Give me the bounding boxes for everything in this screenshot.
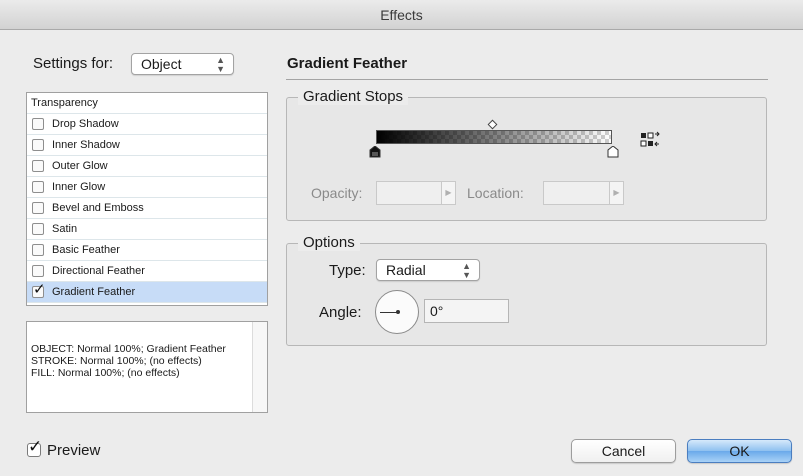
list-item-basic-feather[interactable]: Basic Feather [27, 240, 267, 261]
list-item-label: Directional Feather [52, 265, 145, 277]
checkbox[interactable] [32, 202, 44, 214]
list-item-label: Satin [52, 223, 78, 235]
window-titlebar: Effects [0, 0, 803, 30]
panel-title: Gradient Feather [287, 55, 408, 72]
summary-scrollbar[interactable] [252, 322, 267, 412]
gradient-stop-right[interactable] [607, 145, 619, 158]
gradient-stops-group [286, 97, 767, 221]
popup-arrows-icon: ▲ ▼ [216, 55, 225, 74]
options-group [286, 243, 767, 346]
settings-for-value: Object [141, 56, 182, 72]
effects-summary: OBJECT: Normal 100%; Gradient Feather ST… [26, 321, 268, 413]
list-item-satin[interactable]: Satin [27, 219, 267, 240]
gradient-stop-left[interactable] [369, 145, 381, 158]
list-item-directional-feather[interactable]: Directional Feather [27, 261, 267, 282]
opacity-field[interactable] [376, 181, 442, 205]
preview-checkbox[interactable]: ✓ [27, 437, 42, 457]
list-item-gradient-feather[interactable]: ✓ Gradient Feather [27, 281, 267, 303]
checkmark-icon: ✓ [28, 437, 43, 456]
checkbox[interactable] [32, 160, 44, 172]
ok-button[interactable]: OK [687, 439, 792, 463]
checkbox[interactable] [32, 244, 44, 256]
checkbox[interactable] [32, 265, 44, 277]
gradient-ramp[interactable] [376, 130, 612, 144]
angle-dial-center [396, 310, 400, 314]
list-header-transparency[interactable]: Transparency [27, 93, 267, 114]
popup-arrows-icon: ▲ ▼ [462, 261, 471, 280]
checkbox[interactable] [32, 118, 44, 130]
checkbox[interactable] [32, 181, 44, 193]
list-item-label: Inner Glow [52, 181, 106, 193]
location-field[interactable] [543, 181, 610, 205]
checkbox[interactable] [32, 223, 44, 235]
checkbox[interactable] [32, 139, 44, 151]
gradient-stops-title: Gradient Stops [298, 88, 409, 105]
settings-for-popup[interactable]: Object ▲ ▼ [131, 53, 234, 75]
chevron-right-icon: ▶ [445, 188, 452, 197]
list-item-label: Outer Glow [52, 160, 108, 172]
list-item-label: Bevel and Emboss [52, 202, 144, 214]
angle-field[interactable]: 0° [424, 299, 509, 323]
angle-dial[interactable] [375, 290, 419, 334]
opacity-label: Opacity: [311, 185, 363, 201]
chevron-right-icon: ▶ [613, 188, 620, 197]
list-item-inner-glow[interactable]: Inner Glow [27, 177, 267, 198]
list-item-bevel-and-emboss[interactable]: Bevel and Emboss [27, 198, 267, 219]
location-label: Location: [467, 185, 524, 201]
summary-line: FILL: Normal 100%; (no effects) [31, 367, 180, 379]
settings-for-label: Settings for: [33, 55, 114, 72]
preview-label: Preview [47, 442, 101, 459]
list-item-label: Basic Feather [52, 244, 120, 256]
checkbox[interactable]: ✓ [32, 281, 46, 298]
location-stepper[interactable]: ▶ [610, 181, 624, 205]
list-item-label: Gradient Feather [52, 286, 136, 298]
summary-line: STROKE: Normal 100%; (no effects) [31, 355, 202, 367]
options-title: Options [298, 234, 360, 251]
cancel-button[interactable]: Cancel [571, 439, 676, 463]
reverse-gradient-icon[interactable] [640, 131, 660, 149]
list-item-inner-shadow[interactable]: Inner Shadow [27, 135, 267, 156]
type-popup[interactable]: Radial ▲ ▼ [376, 259, 480, 281]
summary-line: OBJECT: Normal 100%; Gradient Feather [31, 343, 226, 355]
panel-divider [286, 79, 768, 80]
list-item-label: Drop Shadow [52, 118, 119, 130]
effects-list: Transparency Drop Shadow Inner Shadow Ou… [26, 92, 268, 306]
list-item-label: Transparency [31, 97, 98, 109]
type-label: Type: [329, 262, 366, 279]
opacity-stepper[interactable]: ▶ [442, 181, 456, 205]
checkmark-icon: ✓ [33, 281, 46, 298]
list-item-drop-shadow[interactable]: Drop Shadow [27, 114, 267, 135]
list-item-outer-glow[interactable]: Outer Glow [27, 156, 267, 177]
type-value: Radial [386, 262, 426, 278]
angle-label: Angle: [319, 304, 362, 321]
window-title: Effects [380, 7, 423, 23]
list-item-label: Inner Shadow [52, 139, 120, 151]
